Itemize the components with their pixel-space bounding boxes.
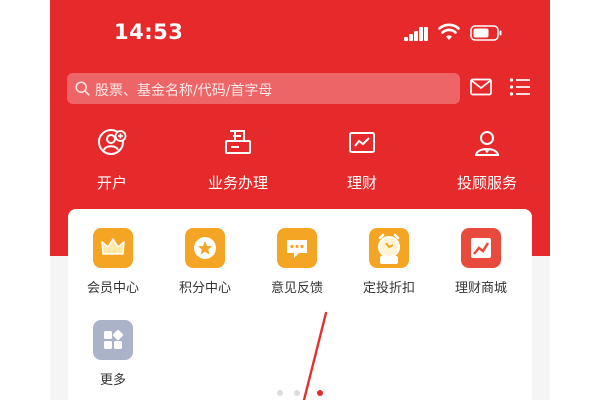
service-label: 意见反馈 [270, 281, 323, 296]
quick-action-open-account[interactable]: 开户 [67, 128, 157, 198]
page-indicator [50, 390, 550, 400]
page-dot[interactable] [277, 390, 283, 396]
search-input[interactable]: 股票、基金名称/代码/首字母 [67, 73, 460, 104]
service-feedback[interactable]: 意见反馈 [252, 228, 342, 296]
grid-more-icon [93, 320, 133, 360]
quick-action-label: 理财 [346, 174, 377, 192]
wifi-icon [438, 23, 460, 40]
service-label: 定投折扣 [362, 281, 415, 296]
chat-bubble-icon [277, 228, 317, 268]
alarm-clock-discount-icon [369, 228, 409, 268]
business-handling-icon [225, 130, 251, 154]
page-dot-active[interactable] [317, 390, 323, 396]
search-icon [75, 81, 90, 96]
service-label: 会员中心 [86, 281, 139, 296]
trend-chart-icon [461, 228, 501, 268]
list-menu-icon[interactable] [509, 77, 531, 97]
service-label: 更多 [99, 373, 126, 388]
quick-action-label: 投顾服务 [456, 174, 517, 192]
quick-action-label: 业务办理 [207, 174, 268, 192]
service-points-center[interactable]: 积分中心 [160, 228, 250, 296]
star-badge-icon [185, 228, 225, 268]
quick-action-business[interactable]: 业务办理 [193, 128, 283, 198]
status-time: 14:53 [114, 20, 184, 44]
quick-action-advisor[interactable]: 投顾服务 [442, 128, 532, 198]
search-placeholder: 股票、基金名称/代码/首字母 [95, 83, 273, 99]
quick-action-label: 开户 [96, 174, 127, 192]
wealth-chart-icon [349, 132, 375, 153]
service-label: 理财商城 [454, 281, 507, 296]
crown-icon [93, 228, 133, 268]
account-open-icon [98, 129, 127, 155]
battery-icon [470, 25, 502, 41]
services-card: 会员中心 积分中心 意见反馈 定投折扣 理财商城 更多 [68, 209, 532, 400]
status-bar: 14:53 [50, 0, 550, 64]
cellular-signal-icon [404, 27, 430, 41]
service-wealth-mall[interactable]: 理财商城 [436, 228, 526, 296]
app-screen: 14:53 股票、基金名称/代码/首字母 开户 业务办理 理财 投顾服务 会员中… [50, 0, 550, 400]
advisor-icon [474, 131, 500, 156]
service-fixed-investment-discount[interactable]: 定投折扣 [344, 228, 434, 296]
page-dot[interactable] [294, 390, 300, 396]
service-more[interactable]: 更多 [68, 320, 158, 388]
quick-actions: 开户 业务办理 理财 投顾服务 [50, 128, 550, 198]
service-member-center[interactable]: 会员中心 [68, 228, 158, 296]
mail-icon[interactable] [470, 78, 492, 96]
quick-action-wealth[interactable]: 理财 [317, 128, 407, 198]
search-bar-row: 股票、基金名称/代码/首字母 [50, 71, 550, 107]
service-label: 积分中心 [178, 281, 231, 296]
